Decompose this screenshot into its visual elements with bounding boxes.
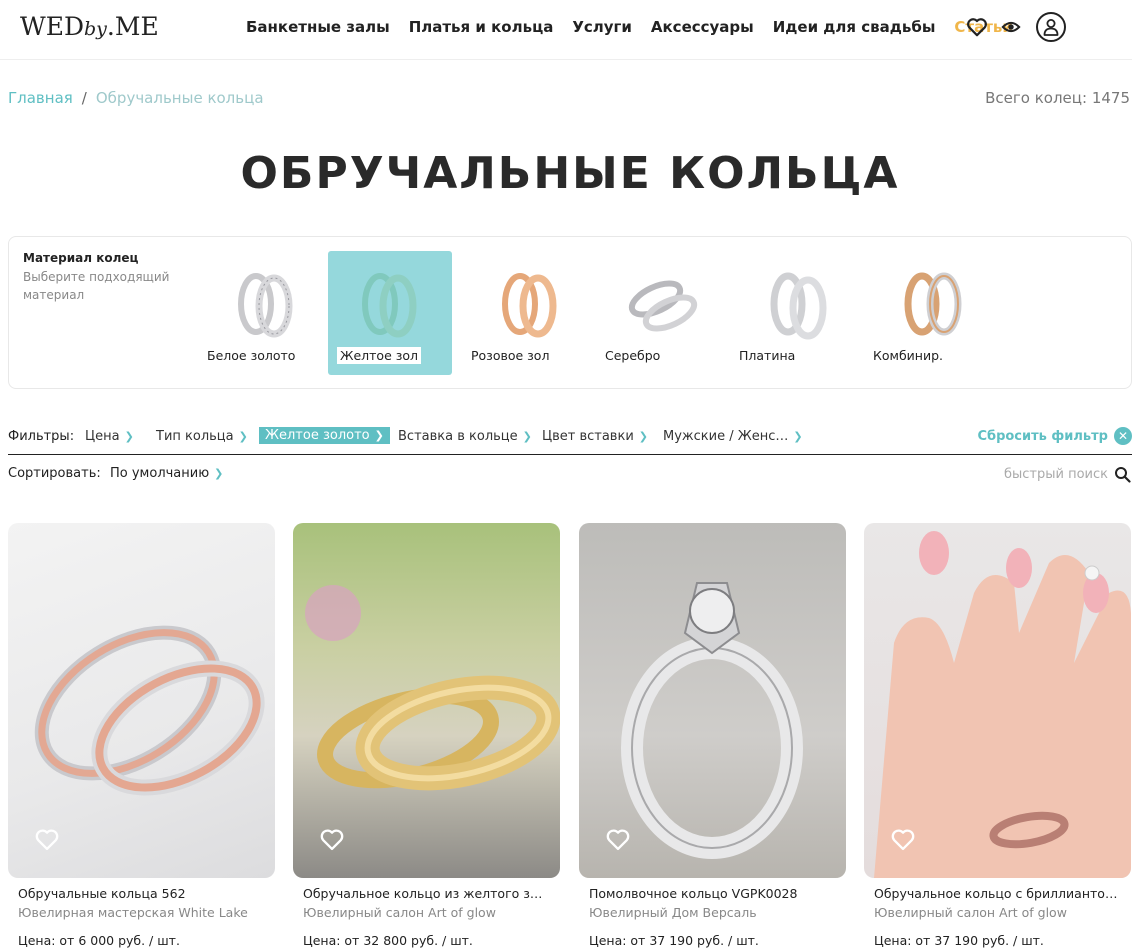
quick-search-input[interactable]: быстрый поиск — [1004, 467, 1108, 482]
product-image[interactable] — [864, 523, 1131, 878]
user-icon — [1043, 19, 1059, 36]
breadcrumb-home[interactable]: Главная — [8, 89, 73, 107]
product-card[interactable]: Обручальные кольца 562 Ювелирная мастерс… — [8, 523, 275, 948]
product-name[interactable]: Обручальные кольца 562 — [18, 886, 265, 901]
white-gold-rings-icon — [238, 273, 293, 338]
filter-material-active[interactable]: Желтое золото ❯ — [259, 427, 390, 444]
material-title: Материал колец — [23, 251, 139, 265]
ring-photo — [621, 582, 803, 859]
material-subtitle: Выберите подходящий материал — [23, 270, 170, 302]
material-yellow-gold[interactable]: Желтое зол — [328, 251, 452, 375]
product-card[interactable]: Обручальное кольцо из желтого золо… Ювел… — [293, 523, 560, 948]
product-card[interactable]: Помолвочное кольцо VGPK0028 Ювелирный До… — [579, 523, 846, 948]
chevron-down-icon: ❯ — [374, 429, 384, 442]
chevron-down-icon: ❯ — [793, 430, 803, 443]
filter-insert-color[interactable]: Цвет вставки ❯ — [542, 429, 648, 444]
product-shop[interactable]: Ювелирный Дом Версаль — [589, 905, 836, 920]
product-price: Цена: от 32 800 руб. / шт. — [303, 933, 473, 948]
sort-dropdown[interactable]: По умолчанию ❯ — [110, 466, 223, 481]
product-image[interactable] — [293, 523, 560, 878]
material-white-gold[interactable]: Белое золото — [204, 251, 328, 375]
user-profile-button[interactable] — [1036, 12, 1066, 42]
heart-icon[interactable] — [605, 828, 631, 851]
material-rose-gold[interactable]: Розовое зол — [468, 251, 592, 375]
material-label: Розовое зол — [471, 348, 550, 363]
product-name[interactable]: Обручальное кольцо с бриллиантово… — [874, 886, 1121, 901]
chevron-down-icon: ❯ — [214, 467, 224, 480]
material-combined[interactable]: Комбинир. — [870, 251, 994, 375]
filter-insert[interactable]: Вставка в кольце ❯ — [398, 429, 532, 444]
product-name[interactable]: Обручальное кольцо из желтого золо… — [303, 886, 550, 901]
product-price: Цена: от 37 190 руб. / шт. — [589, 933, 759, 948]
heart-icon[interactable] — [890, 828, 916, 851]
product-price: Цена: от 37 190 руб. / шт. — [874, 933, 1044, 948]
breadcrumb-current: Обручальные кольца — [95, 89, 264, 107]
heart-icon[interactable] — [966, 17, 988, 37]
product-shop[interactable]: Ювелирный салон Art of glow — [303, 905, 550, 920]
chevron-down-icon: ❯ — [522, 430, 532, 443]
material-silver[interactable]: Серебро — [602, 251, 726, 375]
site-logo[interactable]: WEDby.ME — [20, 12, 159, 41]
hand-photo — [874, 531, 1131, 878]
combined-rings-icon — [904, 272, 962, 336]
rings-photo — [34, 625, 265, 796]
product-name[interactable]: Помолвочное кольцо VGPK0028 — [589, 886, 836, 901]
material-label: Комбинир. — [873, 348, 943, 363]
rings-photo — [305, 585, 560, 791]
rose-gold-rings-icon — [502, 273, 557, 338]
material-label: Серебро — [605, 348, 661, 363]
page-title: ОБРУЧАЛЬНЫЕ КОЛЬЦА — [240, 148, 900, 199]
filters-label: Фильтры: — [8, 429, 75, 444]
product-image[interactable] — [8, 523, 275, 878]
material-label: Белое золото — [207, 348, 296, 363]
chevron-down-icon: ❯ — [238, 430, 248, 443]
breadcrumb: Главная / Обручальные кольца — [8, 89, 264, 107]
reset-filter-button[interactable]: Сбросить фильтр ✕ — [977, 427, 1132, 445]
filter-bar: Фильтры: Цена ❯ Тип кольца ❯ Желтое золото… — [8, 424, 1132, 455]
material-platinum[interactable]: Платина — [736, 251, 860, 375]
filter-gender[interactable]: Мужские / Женс… ❯ — [663, 429, 803, 444]
nav-dresses-rings[interactable]: Платья и кольца — [409, 18, 554, 36]
heart-icon[interactable] — [319, 828, 345, 851]
heart-icon[interactable] — [34, 828, 60, 851]
chevron-down-icon: ❯ — [638, 430, 648, 443]
chevron-down-icon: ❯ — [124, 430, 134, 443]
platinum-rings-icon — [770, 272, 827, 340]
material-label: Желтое зол — [337, 347, 422, 364]
product-card[interactable]: Обручальное кольцо с бриллиантово… Ювели… — [864, 523, 1131, 948]
nav-services[interactable]: Услуги — [572, 18, 632, 36]
site-header: WEDby.ME Банкетные залы Платья и кольца … — [0, 0, 1132, 60]
product-shop[interactable]: Ювелирная мастерская White Lake — [18, 905, 265, 920]
product-shop[interactable]: Ювелирный салон Art of glow — [874, 905, 1121, 920]
header-icons — [966, 12, 1066, 42]
nav-wedding-ideas[interactable]: Идеи для свадьбы — [773, 18, 936, 36]
yellow-gold-rings-icon — [362, 273, 417, 338]
search-icon[interactable] — [1114, 466, 1131, 483]
nav-accessories[interactable]: Аксессуары — [651, 18, 754, 36]
material-label: Платина — [739, 348, 796, 363]
nav-banquet-halls[interactable]: Банкетные залы — [246, 18, 390, 36]
filter-ring-type[interactable]: Тип кольца ❯ — [156, 429, 248, 444]
product-image[interactable] — [579, 523, 846, 878]
material-selector: Материал колец Выберите подходящий матер… — [8, 236, 1132, 389]
total-count: Всего колец: 1475 — [985, 89, 1130, 107]
breadcrumb-separator: / — [81, 89, 87, 107]
close-icon: ✕ — [1114, 427, 1132, 445]
silver-rings-icon — [628, 280, 698, 332]
eye-icon[interactable] — [1000, 17, 1022, 37]
main-nav: Банкетные залы Платья и кольца Услуги Ак… — [246, 18, 1032, 36]
product-price: Цена: от 6 000 руб. / шт. — [18, 933, 180, 948]
filter-price[interactable]: Цена ❯ — [85, 429, 134, 444]
sort-label: Сортировать: — [8, 466, 101, 481]
